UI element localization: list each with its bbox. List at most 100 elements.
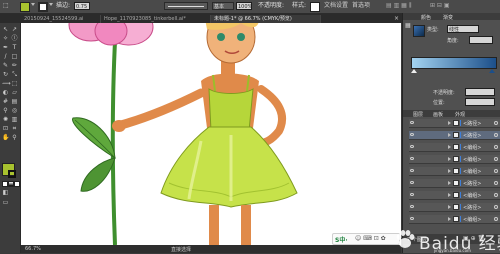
visibility-eye-icon[interactable]: [410, 217, 414, 220]
doc-settings-button[interactable]: 文档设置: [324, 2, 348, 10]
gradient-tool-icon[interactable]: ▤: [11, 98, 18, 105]
mesh-tool-icon[interactable]: #: [2, 98, 9, 105]
target-circle-icon[interactable]: [494, 181, 498, 185]
brush-definition-dropdown[interactable]: [164, 2, 208, 10]
artboard-canvas[interactable]: [21, 23, 401, 245]
appearance-tab[interactable]: 外观: [455, 111, 465, 118]
expand-triangle-icon[interactable]: [448, 133, 451, 137]
gradient-tab[interactable]: 渐变: [443, 14, 453, 21]
target-circle-icon[interactable]: [494, 193, 498, 197]
transform-icons[interactable]: ⊞ ⊟ ▣: [430, 2, 450, 10]
target-circle-icon[interactable]: [494, 217, 498, 221]
zoom-readout[interactable]: 66.7%: [25, 246, 41, 252]
visibility-eye-icon[interactable]: [410, 133, 414, 136]
fill-color-swatch[interactable]: [20, 2, 30, 12]
layer-row[interactable]: <编组>: [409, 167, 500, 176]
gradient-preview-swatch[interactable]: [413, 25, 425, 37]
slice-tool-icon[interactable]: ⌗: [11, 125, 18, 132]
opacity-field[interactable]: 100%: [236, 2, 252, 10]
layer-row[interactable]: <编组>: [409, 143, 500, 152]
visibility-eye-icon[interactable]: [410, 181, 414, 184]
style-swatch[interactable]: [310, 2, 320, 12]
target-circle-icon[interactable]: [494, 145, 498, 149]
tab-document-2[interactable]: Hope_1170923085_tinkerbell.ai*: [101, 15, 211, 23]
layer-row[interactable]: <编组>: [409, 191, 500, 200]
layers-tab[interactable]: 图层: [413, 111, 423, 118]
magic-wand-tool-icon[interactable]: ✧: [2, 35, 9, 42]
pen-tool-icon[interactable]: ✒: [2, 44, 9, 51]
lasso-tool-icon[interactable]: ⓛ: [11, 35, 18, 42]
zoom-tool-icon[interactable]: ⚲: [11, 134, 18, 141]
target-circle-icon[interactable]: [494, 205, 498, 209]
layer-row[interactable]: <路径>: [409, 203, 500, 212]
visibility-eye-icon[interactable]: [410, 193, 414, 196]
ime-icons[interactable]: ☺ ⌨ ⊡ ✿: [355, 235, 386, 242]
line-tool-icon[interactable]: /: [2, 53, 9, 60]
type-tool-icon[interactable]: T: [11, 44, 18, 51]
preferences-button[interactable]: 首选项: [352, 2, 370, 10]
artboard-tool-icon[interactable]: ⊡: [2, 125, 9, 132]
symbol-sprayer-tool-icon[interactable]: ✺: [2, 116, 9, 123]
screen-mode-icon[interactable]: ▭: [2, 199, 9, 206]
rectangle-tool-icon[interactable]: □: [11, 53, 18, 60]
stop-location-field[interactable]: [465, 98, 495, 106]
layer-row[interactable]: <编组>: [409, 155, 500, 164]
gradient-slider[interactable]: [411, 57, 497, 69]
hand-tool-icon[interactable]: ✋: [2, 134, 9, 141]
expand-triangle-icon[interactable]: [448, 181, 451, 185]
paintbrush-tool-icon[interactable]: ✎: [2, 62, 9, 69]
stroke-dropdown-icon[interactable]: [49, 3, 53, 6]
expand-triangle-icon[interactable]: [448, 145, 451, 149]
artboards-tab[interactable]: 画板: [433, 111, 443, 118]
visibility-eye-icon[interactable]: [410, 145, 414, 148]
color-tab[interactable]: 颜色: [421, 14, 431, 21]
layer-row[interactable]: <编组>: [409, 215, 500, 224]
basic-dropdown[interactable]: 基本: [212, 2, 234, 10]
target-circle-icon[interactable]: [494, 133, 498, 137]
visibility-eye-icon[interactable]: [410, 157, 414, 160]
expand-triangle-icon[interactable]: [448, 217, 451, 221]
graph-tool-icon[interactable]: ▥: [11, 116, 18, 123]
expand-triangle-icon[interactable]: [448, 205, 451, 209]
selection-tool-icon[interactable]: ↖: [2, 26, 9, 33]
stroke-swatch-large[interactable]: [8, 170, 16, 178]
close-icon[interactable]: ×: [394, 15, 399, 22]
align-icons[interactable]: ▤ ▥ ▦ ⫼: [386, 2, 412, 10]
expand-triangle-icon[interactable]: [448, 169, 451, 173]
pencil-tool-icon[interactable]: ✏: [11, 62, 18, 69]
target-circle-icon[interactable]: [494, 157, 498, 161]
free-transform-tool-icon[interactable]: ⬚: [11, 80, 18, 87]
layer-row[interactable]: <路径>: [409, 131, 500, 140]
shape-builder-tool-icon[interactable]: ◐: [2, 89, 9, 96]
perspective-tool-icon[interactable]: ▱: [11, 89, 18, 96]
stop-opacity-field[interactable]: [465, 88, 495, 96]
target-circle-icon[interactable]: [494, 169, 498, 173]
eyedropper-tool-icon[interactable]: ⚲: [2, 107, 9, 114]
expand-triangle-icon[interactable]: [448, 193, 451, 197]
stroke-weight-field[interactable]: 0.75: [74, 2, 90, 10]
visibility-eye-icon[interactable]: [410, 205, 414, 208]
tab-document-1[interactable]: 20150924_15524599.ai: [21, 15, 101, 23]
visibility-eye-icon[interactable]: [410, 121, 414, 124]
gradient-stop-left[interactable]: [411, 69, 417, 73]
angle-field[interactable]: [469, 36, 493, 44]
expand-triangle-icon[interactable]: [448, 121, 451, 125]
blend-tool-icon[interactable]: ◎: [11, 107, 18, 114]
fill-dropdown-icon[interactable]: [31, 3, 35, 6]
draw-normal-icon[interactable]: ◧: [2, 189, 9, 196]
scale-tool-icon[interactable]: ⤡: [11, 71, 18, 78]
none-mode-icon[interactable]: [14, 181, 20, 187]
gradient-stop-right[interactable]: [489, 69, 495, 73]
gradient-type-select[interactable]: 线性: [447, 25, 479, 33]
stroke-color-swatch[interactable]: [38, 2, 48, 12]
width-tool-icon[interactable]: ⟿: [2, 80, 11, 87]
tab-document-3[interactable]: 未标题-1* @ 66.7% (CMYK/预览): [211, 15, 321, 23]
layer-row[interactable]: <路径>: [409, 119, 500, 128]
direct-selection-tool-icon[interactable]: ↗: [11, 26, 18, 33]
target-circle-icon[interactable]: [494, 121, 498, 125]
layer-row[interactable]: <路径>: [409, 179, 500, 188]
tool-icons-column[interactable]: ▦: [405, 22, 411, 29]
visibility-eye-icon[interactable]: [410, 169, 414, 172]
rotate-tool-icon[interactable]: ↻: [2, 71, 9, 78]
expand-triangle-icon[interactable]: [448, 157, 451, 161]
